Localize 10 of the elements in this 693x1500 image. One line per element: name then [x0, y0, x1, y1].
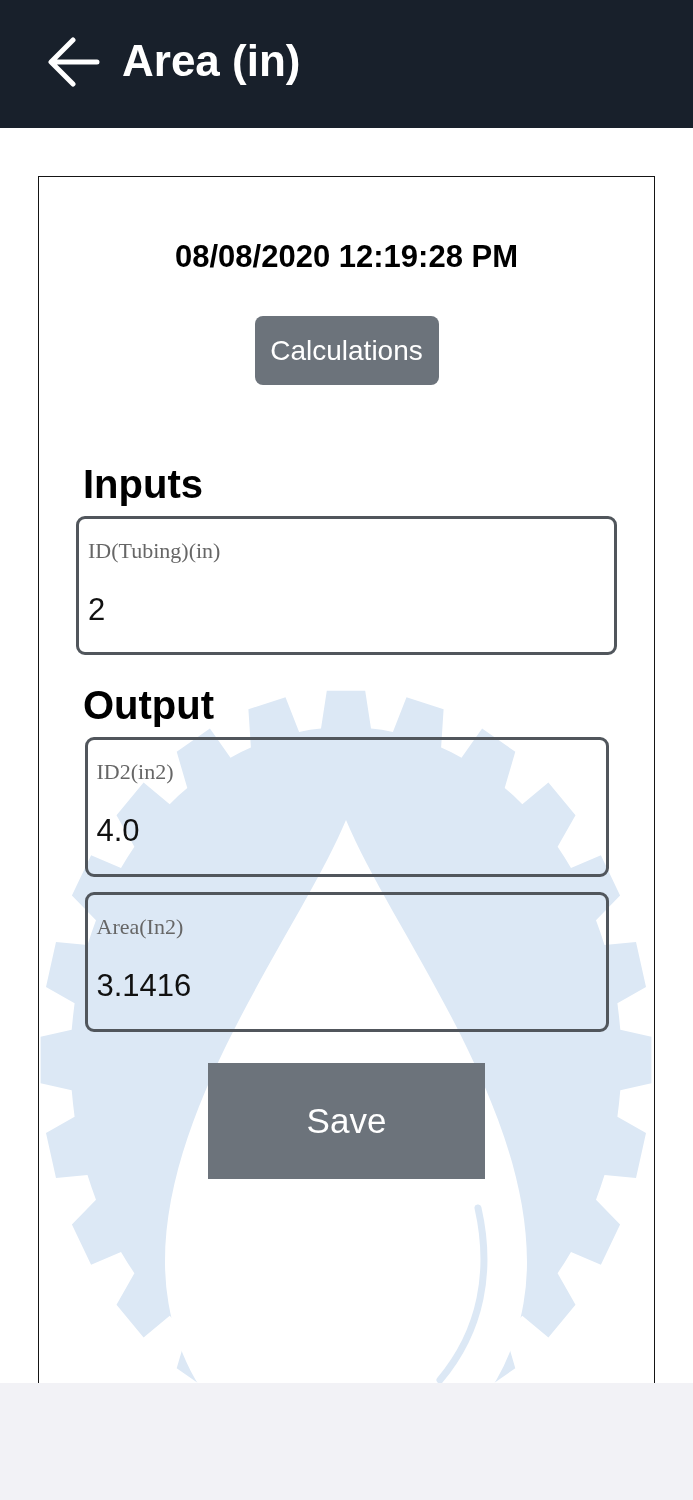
- output-field[interactable]: ID2(in2) 4.0: [84, 737, 609, 877]
- section-heading: Inputs: [83, 462, 203, 506]
- input-field[interactable]: ID(Tubing)(in) 2: [76, 516, 617, 655]
- output-field[interactable]: Area(In2) 3.1416: [84, 892, 609, 1032]
- screen-title: Area (in): [122, 35, 301, 87]
- section-heading: Output: [83, 683, 215, 727]
- calculations-button[interactable]: Calculations: [254, 316, 439, 385]
- timestamp: 08/08/2020 12:19:28 PM: [175, 239, 518, 275]
- back-arrow-icon[interactable]: [48, 37, 100, 87]
- save-button[interactable]: Save: [208, 1063, 485, 1179]
